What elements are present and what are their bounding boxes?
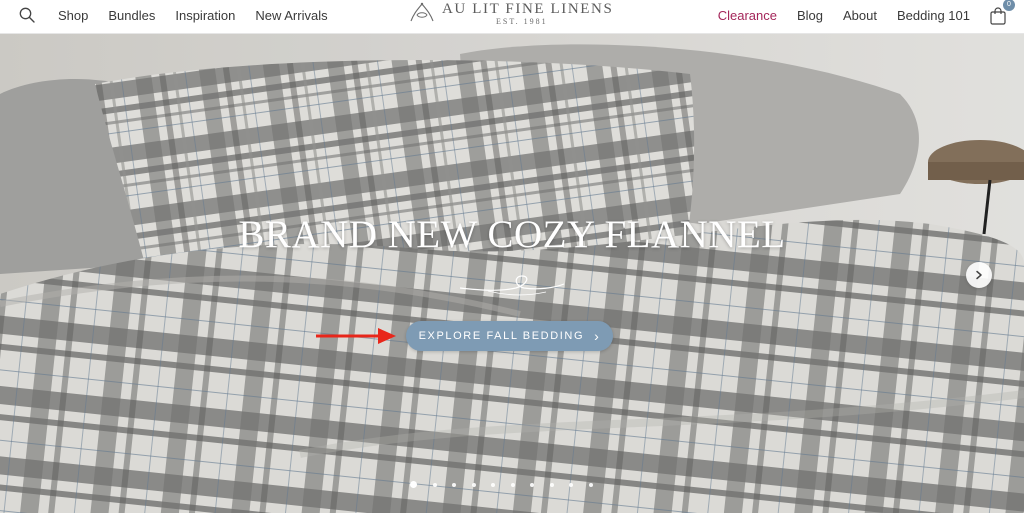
slide-dot[interactable] bbox=[410, 481, 417, 488]
flourish-divider-icon bbox=[459, 275, 565, 296]
logo-mark-icon bbox=[410, 2, 434, 22]
slide-dot[interactable] bbox=[432, 482, 437, 487]
slide-dot[interactable] bbox=[530, 482, 534, 487]
slide-dot[interactable] bbox=[491, 482, 495, 487]
site-header: Shop Bundles Inspiration New Arrivals AU… bbox=[0, 0, 1024, 34]
hero-slider: BRAND NEW COZY FLANNEL EXPLORE FALL BEDD… bbox=[0, 34, 1024, 513]
slider-next-button[interactable] bbox=[966, 262, 992, 288]
slide-dot[interactable] bbox=[452, 482, 456, 487]
chevron-right-icon: › bbox=[594, 328, 601, 344]
primary-nav: Shop Bundles Inspiration New Arrivals bbox=[18, 0, 348, 30]
nav-blog[interactable]: Blog bbox=[797, 8, 823, 23]
nav-shop[interactable]: Shop bbox=[58, 8, 88, 23]
cart-count-badge: 0 bbox=[1003, 0, 1015, 11]
slide-dot[interactable] bbox=[588, 482, 593, 487]
shopping-bag-icon bbox=[990, 7, 1006, 25]
chevron-right-icon bbox=[976, 270, 982, 280]
slide-dot[interactable] bbox=[471, 482, 476, 487]
search-icon[interactable] bbox=[18, 6, 36, 24]
explore-fall-bedding-button[interactable]: EXPLORE FALL BEDDING › bbox=[406, 321, 613, 351]
logo-text: AU LIT FINE LINENS bbox=[442, 1, 614, 17]
hero-title: BRAND NEW COZY FLANNEL bbox=[238, 213, 786, 256]
nav-clearance[interactable]: Clearance bbox=[718, 8, 777, 23]
cart-button[interactable]: 0 bbox=[988, 0, 1015, 26]
secondary-nav: Clearance Blog About Bedding 101 0 bbox=[698, 0, 1015, 30]
nav-bundles[interactable]: Bundles bbox=[108, 8, 155, 23]
slide-dot[interactable] bbox=[549, 482, 554, 487]
site-logo[interactable]: AU LIT FINE LINENS EST. 1981 bbox=[408, 1, 618, 29]
nav-bedding-101[interactable]: Bedding 101 bbox=[897, 8, 970, 23]
logo-est: EST. 1981 bbox=[496, 17, 548, 26]
red-arrow-icon bbox=[316, 328, 396, 344]
slide-dot[interactable] bbox=[510, 482, 515, 487]
cta-label: EXPLORE FALL BEDDING bbox=[418, 330, 585, 342]
nav-new-arrivals[interactable]: New Arrivals bbox=[255, 8, 327, 23]
nav-about[interactable]: About bbox=[843, 8, 877, 23]
nav-inspiration[interactable]: Inspiration bbox=[175, 8, 235, 23]
slide-dot[interactable] bbox=[569, 482, 573, 487]
slider-pagination bbox=[410, 481, 608, 488]
